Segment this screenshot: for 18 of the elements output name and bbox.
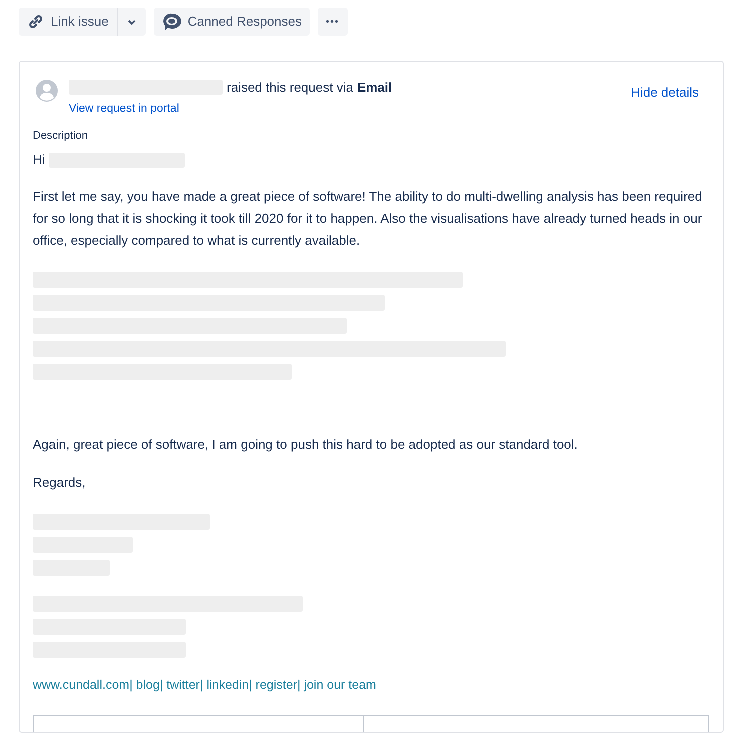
speech-bubble-icon	[162, 12, 182, 32]
greeting-text: Hi	[33, 151, 46, 170]
message-paragraph: First let me say, you have made a great piece of software! The ability to do multi-dwelling analysis has been required for so long that it is shocking it took till 2020 for it to happen. Also the visualisations have already turned heads in our office, especially compared to what is currently available.	[33, 188, 704, 250]
hide-details-link[interactable]: Hide details	[631, 83, 699, 102]
link-issue-button[interactable]: Link issue	[19, 8, 117, 36]
canned-responses-button[interactable]: Canned Responses	[154, 8, 310, 36]
channel-text: Email	[357, 79, 392, 97]
message-paragraph: Again, great piece of software, I am going to push this hard to be adopted as our standard tool.	[33, 436, 579, 454]
portal-link[interactable]: View request in portal	[69, 102, 180, 114]
dropdown-button[interactable]	[116, 8, 146, 36]
more-button[interactable]: •••	[318, 8, 348, 36]
raised-text: raised this request via	[227, 79, 354, 97]
description-label: Description	[33, 128, 90, 144]
link-icon	[27, 13, 45, 31]
message-paragraph: Regards,	[33, 474, 87, 492]
caret-icon	[126, 18, 137, 26]
footer-links[interactable]: www.cundall.com| blog| twitter| linkedin| register| join our team	[33, 676, 709, 694]
avatar-icon	[36, 80, 58, 102]
